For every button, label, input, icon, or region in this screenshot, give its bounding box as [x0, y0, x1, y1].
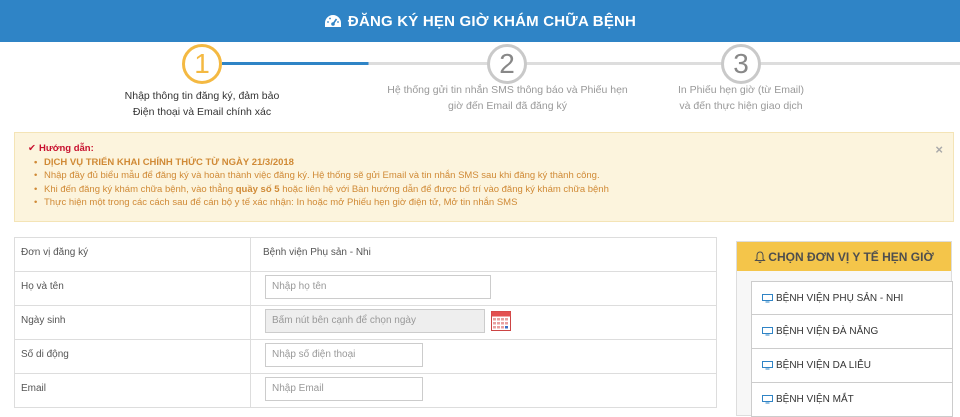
- step-1-text: Nhập thông tin đăng ký, đảm bảo Điện tho…: [112, 88, 292, 120]
- dashboard-icon: [324, 15, 341, 27]
- progress-steps: 1 2 3 Nhập thông tin đăng ký, đảm bảo Đi…: [0, 42, 960, 130]
- calendar-icon[interactable]: [491, 310, 511, 331]
- monitor-icon: [762, 293, 773, 302]
- unit-value: Bệnh viện Phụ sản - Nhi: [263, 247, 371, 258]
- facility-panel-title: CHỌN ĐƠN VỊ Y TẾ HẸN GIỜ: [768, 249, 934, 264]
- registration-form: Đơn vị đăng ký Bệnh viện Phụ sản - Nhi H…: [14, 237, 717, 408]
- guidance-alert: ✔Hướng dẫn: DỊCH VỤ TRIỂN KHAI CHÍNH THỨ…: [14, 132, 954, 222]
- form-row-unit: Đơn vị đăng ký Bệnh viện Phụ sản - Nhi: [14, 238, 717, 272]
- monitor-icon: [762, 327, 773, 336]
- facility-item-label: BỆNH VIỆN ĐÀ NẴNG: [776, 326, 879, 337]
- page-title: ĐĂNG KÝ HẸN GIỜ KHÁM CHỮA BỆNH: [347, 12, 637, 30]
- phone-input[interactable]: Nhập số điện thoại: [265, 343, 423, 367]
- step-3-line1: In Phiếu hẹn giờ (từ Email): [678, 84, 804, 96]
- check-icon: ✔: [28, 143, 36, 154]
- facility-item-label: BỆNH VIỆN DA LIỄU: [776, 360, 872, 371]
- guidance-item: Khi đến đăng ký khám chữa bệnh, vào thẳn…: [34, 183, 953, 197]
- dob-input[interactable]: Bấm nút bên cạnh để chọn ngày: [265, 309, 485, 333]
- dob-label: Ngày sinh: [15, 306, 251, 339]
- facility-item-label: BỆNH VIỆN MẮT: [776, 394, 854, 405]
- step-2-line1: Hệ thống gửi tin nhắn SMS thông báo và P…: [387, 84, 628, 96]
- facility-item[interactable]: BỆNH VIỆN PHỤ SẢN - NHI: [751, 281, 953, 315]
- guidance-item: DỊCH VỤ TRIỂN KHAI CHÍNH THỨC TỪ NGÀY 21…: [34, 156, 953, 170]
- facility-item[interactable]: BỆNH VIỆN DA LIỄU: [751, 349, 953, 383]
- step-2-line2: giờ đến Email đã đăng ký: [448, 100, 567, 112]
- step-3-line2: và đến thực hiện giao dịch: [679, 100, 803, 112]
- step-connector: [526, 62, 722, 65]
- step-1-circle: 1: [182, 44, 222, 84]
- monitor-icon: [762, 395, 773, 404]
- guidance-item-text: Khi đến đăng ký khám chữa bệnh, vào thẳn…: [44, 183, 234, 195]
- name-label: Họ và tên: [15, 272, 251, 305]
- step-3-circle: 3: [721, 44, 761, 84]
- facility-item[interactable]: BỆNH VIỆN ĐÀ NẴNG: [751, 315, 953, 349]
- phone-label: Số di động: [15, 340, 251, 373]
- monitor-icon: [762, 361, 773, 370]
- facility-list: BỆNH VIỆN PHỤ SẢN - NHI BỆNH VIỆN ĐÀ NẴN…: [751, 281, 953, 417]
- facility-item[interactable]: BỆNH VIỆN MẮT: [751, 383, 953, 417]
- bell-icon: [754, 250, 767, 263]
- facility-panel: CHỌN ĐƠN VỊ Y TẾ HẸN GIỜ BỆNH VIỆN PHỤ S…: [736, 241, 953, 417]
- guidance-list: DỊCH VỤ TRIỂN KHAI CHÍNH THỨC TỪ NGÀY 21…: [28, 156, 953, 210]
- step-1-line2: Điện thoại và Email chính xác: [132, 106, 272, 118]
- step-1-line1: Nhập thông tin đăng ký, đảm bảo: [124, 90, 280, 102]
- step-3-text: In Phiếu hẹn giờ (từ Email) và đến thực …: [656, 82, 826, 114]
- guidance-title-text: Hướng dẫn:: [38, 143, 94, 154]
- form-row-dob: Ngày sinh Bấm nút bên cạnh để chọn ngày: [14, 306, 717, 340]
- facility-panel-header: CHỌN ĐƠN VỊ Y TẾ HẸN GIỜ: [737, 242, 951, 271]
- guidance-item-text: hoặc liên hệ với Bàn hướng dẫn để được b…: [282, 183, 609, 195]
- counter-number: quầy số 5: [235, 183, 280, 195]
- close-icon[interactable]: ×: [935, 143, 943, 157]
- email-input[interactable]: Nhập Email: [265, 377, 423, 401]
- name-input[interactable]: Nhập họ tên: [265, 275, 491, 299]
- unit-label: Đơn vị đăng ký: [15, 238, 251, 271]
- guidance-item: Nhập đầy đủ biểu mẫu để đăng ký và hoàn …: [34, 169, 953, 183]
- form-row-phone: Số di động Nhập số điện thoại: [14, 340, 717, 374]
- step-2-text: Hệ thống gửi tin nhắn SMS thông báo và P…: [385, 82, 630, 114]
- facility-item-label: BỆNH VIỆN PHỤ SẢN - NHI: [776, 292, 904, 304]
- page-header: ĐĂNG KÝ HẸN GIỜ KHÁM CHỮA BỆNH: [0, 0, 960, 42]
- step-connector: [760, 62, 960, 65]
- guidance-title: ✔ Hướng dẫn:: [28, 142, 953, 156]
- email-label: Email: [15, 374, 251, 407]
- form-row-email: Email Nhập Email: [14, 374, 717, 408]
- form-row-name: Họ và tên Nhập họ tên: [14, 272, 717, 306]
- guidance-item: Thực hiện một trong các cách sau để cán …: [34, 196, 953, 210]
- step-connector: [222, 62, 488, 65]
- step-2-circle: 2: [487, 44, 527, 84]
